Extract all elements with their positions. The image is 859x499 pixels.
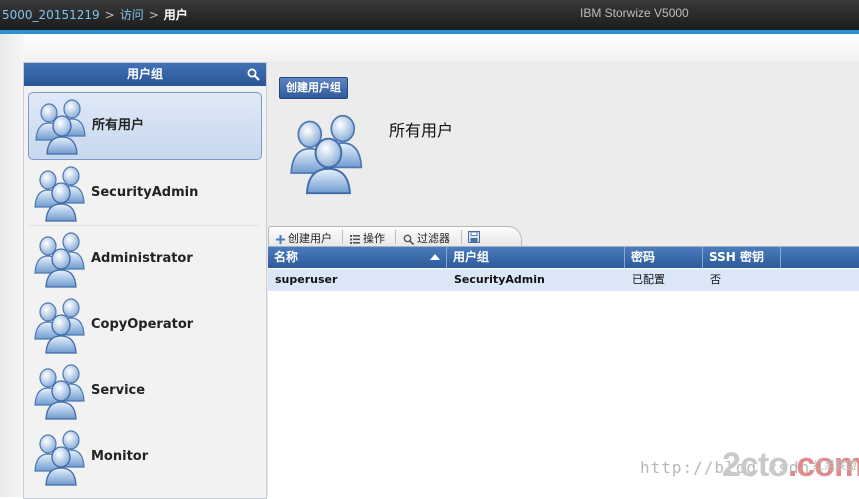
sidebar-item-label: Monitor <box>91 449 149 464</box>
create-user-label: 创建用户 <box>288 232 332 245</box>
table-header: 名称 用户组 密码 SSH 密钥 <box>268 247 859 268</box>
cell-name: superuser <box>275 273 338 286</box>
column-header-name[interactable]: 名称 <box>268 247 447 268</box>
save-icon[interactable] <box>468 231 480 243</box>
divider <box>395 230 396 244</box>
column-header-label: SSH 密钥 <box>709 250 764 264</box>
column-header-label: 用户组 <box>453 250 490 264</box>
sidebar-item-label: SecurityAdmin <box>91 185 199 200</box>
breadcrumb-access[interactable]: 访问 <box>120 8 144 22</box>
plus-icon <box>276 234 285 244</box>
watermark-brand: 2cto <box>722 446 789 484</box>
sort-ascending-icon <box>430 254 440 260</box>
cell-password: 已配置 <box>632 273 665 286</box>
sidebar-header: 用户组 <box>24 63 266 86</box>
cell-ssh-key: 否 <box>710 273 721 286</box>
column-header-empty <box>781 247 859 268</box>
breadcrumb-current: 用户 <box>163 8 188 22</box>
search-icon[interactable] <box>247 68 260 81</box>
cell-group: SecurityAdmin <box>454 273 545 286</box>
watermark-brand-cn: 红黑联盟 <box>813 459 857 472</box>
sidebar-item-securityadmin[interactable]: SecurityAdmin <box>28 160 260 226</box>
sidebar-item-label: 所有用户 <box>92 118 145 133</box>
user-group-sidebar: 用户组 所有用户 SecurityAdmin Administrator Cop… <box>23 62 267 499</box>
sidebar-item-copyoperator[interactable]: CopyOperator <box>28 292 260 358</box>
user-group-icon <box>34 430 85 486</box>
sidebar-item-administrator[interactable]: Administrator <box>28 226 260 292</box>
filter-button[interactable]: 过滤器 <box>403 230 450 246</box>
divider <box>342 230 343 244</box>
table-row[interactable]: superuser SecurityAdmin 已配置 否 <box>268 269 859 291</box>
column-header-group[interactable]: 用户组 <box>447 247 625 268</box>
user-group-icon <box>35 99 86 155</box>
filter-label: 过滤器 <box>417 232 450 245</box>
column-header-label: 密码 <box>631 250 656 264</box>
sidebar-item-label: Service <box>91 383 146 398</box>
create-user-button[interactable]: 创建用户 <box>276 230 332 246</box>
breadcrumb-system[interactable]: 5000_20151219 <box>2 8 100 22</box>
page-title: 所有用户 <box>389 121 454 140</box>
create-user-group-button[interactable]: 创建用户组 <box>279 77 348 99</box>
sidebar-item-monitor[interactable]: Monitor <box>28 424 260 490</box>
product-name: IBM Storwize V5000 <box>580 6 689 20</box>
top-bar: 5000_20151219 > 访问 > 用户 IBM Storwize V5000 <box>0 0 859 30</box>
table-toolbar: 创建用户 操作 过滤器 <box>268 226 522 247</box>
breadcrumb-separator: > <box>148 8 159 22</box>
actions-menu-button[interactable]: 操作 <box>350 230 385 246</box>
actions-label: 操作 <box>363 232 385 245</box>
sidebar-item-service[interactable]: Service <box>28 358 260 424</box>
breadcrumb-separator: > <box>104 8 115 22</box>
sidebar-item-label: CopyOperator <box>91 317 194 332</box>
magnifier-icon <box>403 234 414 245</box>
breadcrumb: 5000_20151219 > 访问 > 用户 <box>2 6 188 23</box>
user-group-icon <box>290 114 363 195</box>
column-header-label: 名称 <box>274 250 299 264</box>
sidebar-item-all-users[interactable]: 所有用户 <box>28 92 262 160</box>
user-group-icon <box>34 364 85 420</box>
divider <box>461 230 462 244</box>
list-icon <box>350 234 360 244</box>
column-header-ssh-key[interactable]: SSH 密钥 <box>703 247 781 268</box>
user-group-icon <box>34 232 85 288</box>
sidebar-title: 用户组 <box>126 67 163 81</box>
user-group-icon <box>34 166 85 222</box>
left-gutter <box>0 34 24 497</box>
column-header-password[interactable]: 密码 <box>625 247 703 268</box>
user-group-icon <box>34 298 85 354</box>
sidebar-item-label: Administrator <box>91 251 193 266</box>
